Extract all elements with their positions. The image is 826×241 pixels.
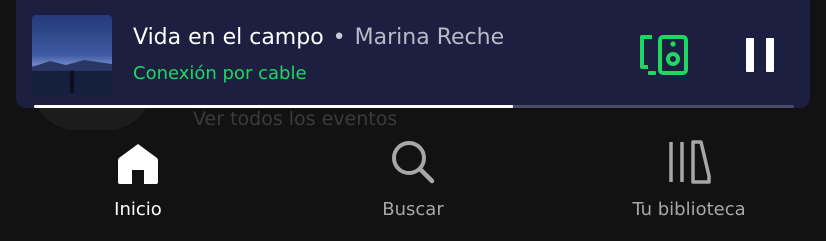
pause-icon: [746, 38, 754, 72]
library-icon: [669, 140, 711, 184]
bottom-navigation: Inicio Buscar Tu biblioteca: [0, 130, 826, 241]
pause-button[interactable]: [742, 35, 778, 75]
mini-player[interactable]: Vida en el campo • Marina Reche Conexión…: [16, 0, 810, 108]
track-info[interactable]: Vida en el campo • Marina Reche: [133, 25, 504, 50]
home-icon: [118, 144, 158, 184]
artist-name: Marina Reche: [354, 25, 505, 50]
nav-item-search[interactable]: Buscar: [303, 130, 523, 230]
pause-icon-bar: [766, 38, 774, 72]
device-status: Conexión por cable: [133, 63, 307, 84]
nav-item-home[interactable]: Inicio: [28, 130, 248, 230]
track-title: Vida en el campo: [133, 25, 324, 50]
see-all-events-link[interactable]: Ver todos los eventos: [193, 108, 397, 130]
nav-label-home: Inicio: [114, 199, 162, 220]
playback-progress-bar[interactable]: [34, 105, 794, 108]
connect-device-button[interactable]: [638, 33, 690, 77]
nav-label-library: Tu biblioteca: [632, 199, 746, 220]
app-screen: Ver todos los eventos Vida en el campo •…: [0, 0, 826, 241]
connected-device-speaker-icon: [640, 35, 688, 75]
nav-label-search: Buscar: [382, 199, 444, 220]
album-cover: [32, 15, 112, 95]
search-icon: [392, 141, 435, 184]
nav-item-library[interactable]: Tu biblioteca: [579, 130, 799, 230]
title-artist-separator: •: [332, 25, 346, 50]
progress-fill: [34, 105, 513, 108]
